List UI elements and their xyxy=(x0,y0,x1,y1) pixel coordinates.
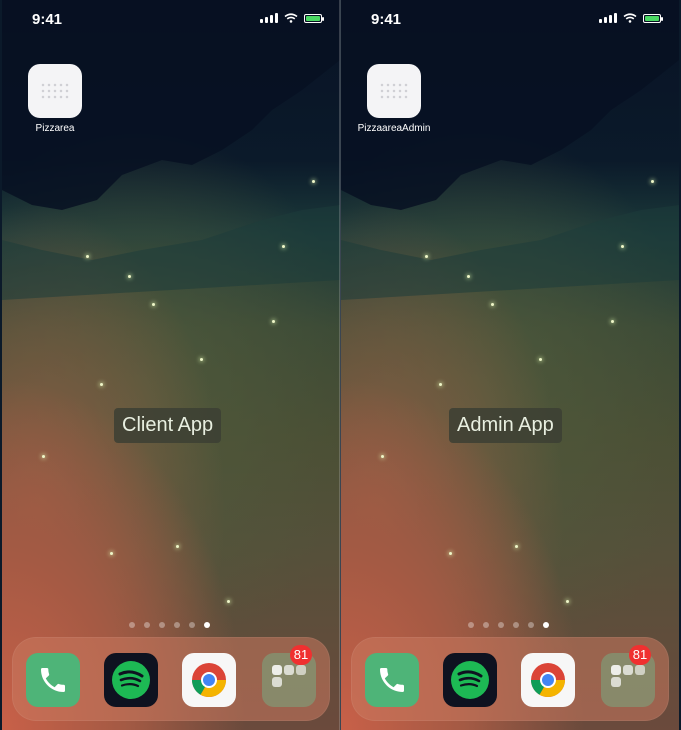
signal-icon xyxy=(599,13,617,23)
notification-badge: 81 xyxy=(290,645,312,665)
chrome-icon xyxy=(192,663,226,697)
phone-app[interactable] xyxy=(26,653,80,707)
spotify-app[interactable] xyxy=(104,653,158,707)
battery-icon xyxy=(304,13,324,23)
status-icons xyxy=(599,13,663,23)
phone-icon xyxy=(41,668,65,692)
signal-icon xyxy=(260,13,278,23)
dock xyxy=(351,637,669,721)
spotify-icon xyxy=(112,661,150,699)
center-label: Admin App xyxy=(449,408,562,443)
wifi-icon xyxy=(284,13,298,23)
app-label: PizzaareaAdmin xyxy=(357,123,431,134)
phone-app[interactable] xyxy=(365,653,419,707)
center-label: Client App xyxy=(114,408,222,443)
pizzarea-admin-app-icon[interactable] xyxy=(367,64,421,118)
page-indicator[interactable] xyxy=(2,622,338,628)
status-time: 9:41 xyxy=(371,11,402,28)
comparison-screenshot: 9:41 Pizzarea Client App 81 9:41 Pizzaar… xyxy=(0,0,681,730)
phone-client: 9:41 Pizzarea Client App 81 xyxy=(2,0,340,730)
notification-badge: 81 xyxy=(629,645,651,665)
chrome-app[interactable] xyxy=(182,653,236,707)
dock xyxy=(12,637,330,721)
app-label: Pizzarea xyxy=(35,123,75,134)
phone-icon xyxy=(380,668,404,692)
page-indicator[interactable] xyxy=(341,622,677,628)
app-placeholder-icon xyxy=(379,82,409,100)
phone-admin: 9:41 PizzaareaAdmin Admin App 81 xyxy=(341,0,679,730)
chrome-icon xyxy=(531,663,565,697)
chrome-app[interactable] xyxy=(521,653,575,707)
wifi-icon xyxy=(623,13,637,23)
status-bar: 9:41 xyxy=(2,0,340,40)
app-placeholder-icon xyxy=(40,82,70,100)
status-icons xyxy=(260,13,324,23)
spotify-app[interactable] xyxy=(443,653,497,707)
status-time: 9:41 xyxy=(32,11,63,28)
spotify-icon xyxy=(451,661,489,699)
status-bar: 9:41 xyxy=(341,0,679,40)
pizzarea-app-icon[interactable] xyxy=(28,64,82,118)
battery-icon xyxy=(643,13,663,23)
